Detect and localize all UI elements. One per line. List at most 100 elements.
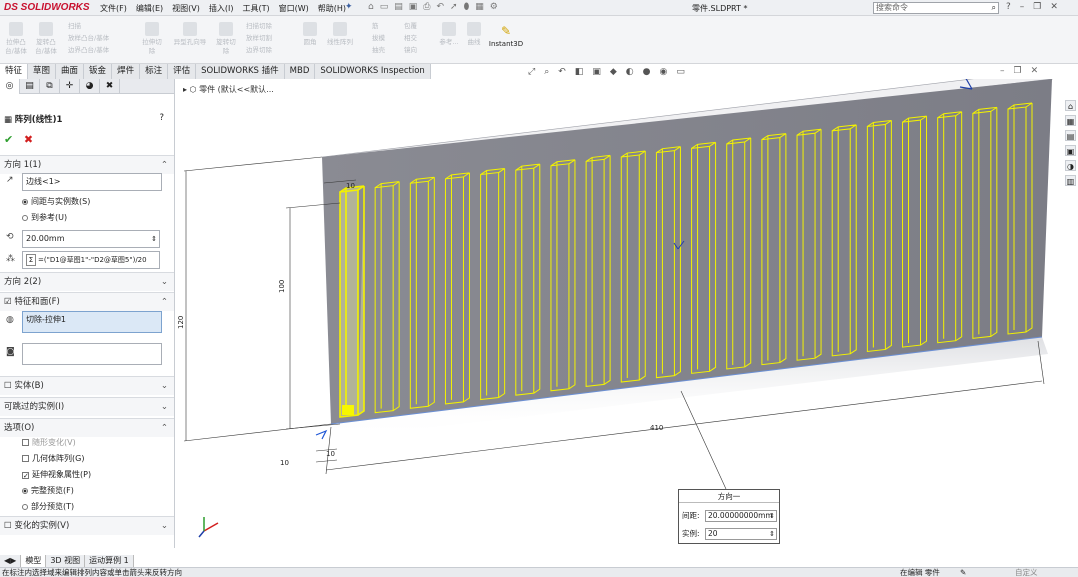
- checkbox-checked-icon[interactable]: ☑: [4, 297, 12, 307]
- appearances-icon[interactable]: ◑: [1065, 160, 1076, 171]
- linear-pattern-button[interactable]: 线性阵列: [322, 22, 358, 47]
- options-header[interactable]: 选项(O) ⌃: [0, 418, 174, 437]
- callout-instances-input[interactable]: 20 ⇕: [705, 528, 777, 540]
- direction2-header[interactable]: 方向 2(2) ⌄: [0, 272, 174, 291]
- file-explorer-icon[interactable]: ▤: [1065, 130, 1076, 141]
- help-icon[interactable]: ?: [159, 113, 164, 123]
- geometry-pattern-checkbox[interactable]: 几何体阵列(G): [22, 453, 84, 464]
- feature-item-cut-extrude[interactable]: 切除-拉伸1: [26, 315, 66, 324]
- print-icon[interactable]: ⎙: [423, 2, 430, 12]
- spinner-icon[interactable]: ⇕: [769, 529, 775, 539]
- design-library-icon[interactable]: ▦: [1065, 115, 1076, 126]
- file-properties-icon[interactable]: ▦: [475, 2, 484, 12]
- tab-surfaces[interactable]: 曲面: [56, 64, 85, 79]
- instant3d-button[interactable]: ✎ Instant3D: [486, 24, 526, 48]
- display-style-icon[interactable]: ◆: [610, 67, 617, 77]
- viewport-close-icon[interactable]: ✕: [1031, 66, 1039, 76]
- chevron-down-icon[interactable]: ⌄: [161, 398, 168, 417]
- tab-weldments[interactable]: 焊件: [112, 64, 141, 79]
- features-faces-header[interactable]: ☑ 特征和面(F) ⌃: [0, 292, 174, 311]
- restore-icon[interactable]: ❐: [1033, 2, 1041, 12]
- viewport-minimize-icon[interactable]: –: [1000, 66, 1005, 76]
- custom-properties-icon[interactable]: ▥: [1065, 175, 1076, 186]
- mirror-button[interactable]: 镜向: [404, 44, 417, 56]
- view-orientation-icon[interactable]: ▣: [592, 67, 601, 77]
- shell-button[interactable]: 抽壳: [372, 44, 385, 56]
- close-icon[interactable]: ✕: [1050, 2, 1058, 12]
- plate-front-face[interactable]: [322, 79, 1052, 424]
- menu-tools[interactable]: 工具(T): [242, 3, 269, 14]
- extrude-boss-button[interactable]: 拉伸凸台/基体: [4, 22, 28, 56]
- loft-boss-button[interactable]: 放样凸台/基体: [68, 32, 109, 44]
- graphics-viewport[interactable]: 10 100 120 410 10 10: [176, 79, 1064, 548]
- chevron-down-icon[interactable]: ⌄: [161, 273, 168, 292]
- spacing-input[interactable]: 20.00mm ⇕: [22, 230, 160, 248]
- tab-sketch[interactable]: 草图: [28, 64, 57, 79]
- spinner-icon[interactable]: ⇕: [151, 231, 157, 247]
- select-pointer-icon[interactable]: ➚: [450, 2, 458, 12]
- tab-features[interactable]: 特征: [0, 64, 29, 79]
- full-preview-radio[interactable]: 完整预览(F): [22, 485, 74, 496]
- check-icon[interactable]: ✔: [4, 133, 13, 146]
- dim-height-100[interactable]: 100: [278, 280, 286, 293]
- propagate-visual-checkbox[interactable]: ✓ 延伸视象属性(P): [22, 469, 91, 480]
- chevron-down-icon[interactable]: ⌄: [161, 517, 168, 536]
- configuration-manager-tab-icon[interactable]: ⧉: [40, 79, 60, 94]
- rebuild-indicator-icon[interactable]: ✎: [960, 568, 966, 577]
- reference-geometry-button[interactable]: 参考...: [436, 22, 462, 47]
- checkbox-unchecked-icon[interactable]: ☐: [4, 381, 12, 391]
- rib-button[interactable]: 筋: [372, 20, 385, 32]
- cam-tab-icon[interactable]: ✖: [100, 79, 120, 94]
- reverse-direction-icon[interactable]: ↗: [6, 175, 14, 185]
- zoom-area-icon[interactable]: ⌕: [544, 67, 549, 77]
- hole-wizard-button[interactable]: 异型孔向导: [172, 22, 208, 47]
- revolve-boss-button[interactable]: 旋转凸台/基体: [34, 22, 58, 56]
- viewport-restore-icon[interactable]: ❐: [1014, 66, 1022, 76]
- dim-length-410[interactable]: 410: [650, 424, 663, 432]
- nav-arrows-icon[interactable]: ◀▶: [0, 555, 22, 567]
- tab-model[interactable]: 模型: [21, 555, 47, 567]
- zoom-to-fit-icon[interactable]: ⤢: [528, 67, 535, 77]
- search-commands-input[interactable]: 搜索命令 ⌕: [873, 2, 999, 14]
- up-to-reference-radio[interactable]: 到参考(U): [22, 212, 67, 223]
- intersect-button[interactable]: 相交: [404, 32, 417, 44]
- rebuild-icon[interactable]: ⬮: [464, 2, 470, 12]
- vary-sketch-checkbox[interactable]: 随形变化(V): [22, 437, 76, 448]
- boundary-cut-button[interactable]: 边界切除: [246, 44, 272, 56]
- spacing-and-instances-radio[interactable]: 间距与实例数(S): [22, 196, 90, 207]
- tab-3d-views[interactable]: 3D 视图: [46, 555, 86, 567]
- partial-preview-radio[interactable]: 部分预览(T): [22, 501, 74, 512]
- dim-offset-10[interactable]: 10: [280, 459, 289, 467]
- feature-tree-flyout[interactable]: ▸ ⬡ 零件 (默认<<默认...: [183, 84, 274, 95]
- menu-window[interactable]: 窗口(W): [279, 3, 309, 14]
- dim-width-top[interactable]: 10: [346, 182, 355, 190]
- instances-input[interactable]: Σ =("D1@草图1"-"D2@草图5")/20: [22, 251, 160, 269]
- minimize-icon[interactable]: –: [1020, 2, 1025, 12]
- tab-addins[interactable]: SOLIDWORKS 插件: [196, 64, 285, 79]
- checkbox-unchecked-icon[interactable]: ☐: [4, 521, 12, 531]
- draft-button[interactable]: 拔模: [372, 32, 385, 44]
- wrap-button[interactable]: 包覆: [404, 20, 417, 32]
- sweep-button[interactable]: 扫描: [68, 20, 109, 32]
- menu-edit[interactable]: 编辑(E): [136, 3, 163, 14]
- previous-view-icon[interactable]: ↶: [558, 67, 566, 77]
- help-question-icon[interactable]: ?: [1006, 2, 1011, 12]
- instances-to-skip-header[interactable]: 可跳过的实例(I) ⌄: [0, 397, 174, 416]
- dimxpert-tab-icon[interactable]: ✛: [60, 79, 80, 94]
- callout-spacing-input[interactable]: 20.00000000mm ⇕: [705, 510, 777, 522]
- section-view-icon[interactable]: ◧: [575, 67, 584, 77]
- tab-evaluate[interactable]: 评估: [168, 64, 197, 79]
- scene-icon[interactable]: ◉: [659, 67, 667, 77]
- fillet-button[interactable]: 圆角: [298, 22, 322, 47]
- hide-show-icon[interactable]: ◐: [626, 67, 634, 77]
- tab-motion-study[interactable]: 运动算例 1: [85, 555, 134, 567]
- varied-instances-header[interactable]: ☐ 变化的实例(V) ⌄: [0, 516, 174, 535]
- features-to-pattern-list[interactable]: 切除-拉伸1: [22, 311, 162, 333]
- property-manager-tab-icon[interactable]: ▤: [20, 79, 40, 94]
- dim-height-outer[interactable]: 120: [177, 316, 185, 329]
- status-units[interactable]: 自定义: [1015, 568, 1038, 577]
- pattern-direction-field[interactable]: 边线<1>: [22, 173, 162, 191]
- direction-arrow-icon[interactable]: [315, 429, 328, 440]
- tab-inspection[interactable]: SOLIDWORKS Inspection: [315, 64, 431, 79]
- bodies-header[interactable]: ☐ 实体(B) ⌄: [0, 376, 174, 395]
